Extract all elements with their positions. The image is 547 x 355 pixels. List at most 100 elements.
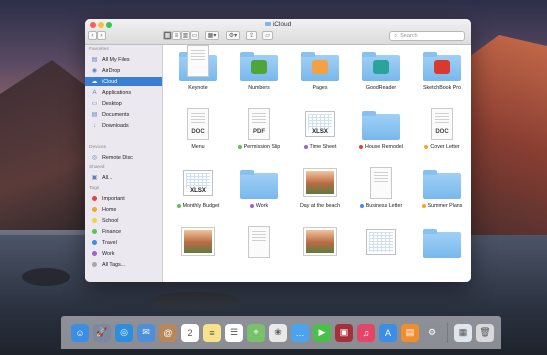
safari-icon[interactable]: ◎ [115, 323, 133, 342]
sidebar-item[interactable]: ◎ Remote Disc [85, 153, 162, 162]
file-item[interactable]: SketchBook Pro [412, 49, 471, 91]
sidebar-item-label: iCloud [102, 78, 118, 85]
file-item[interactable]: GoodReader [351, 49, 411, 91]
file-item[interactable] [168, 226, 228, 260]
finder-icon[interactable]: ☺ [71, 323, 89, 342]
tag-dot-icon [92, 207, 97, 212]
sidebar-item[interactable]: ☁ iCloud [85, 77, 162, 86]
forward-button[interactable]: › [97, 31, 106, 40]
gear-icon: ⚙▾ [228, 33, 238, 39]
messages-icon[interactable]: … [291, 323, 309, 342]
sidebar-item[interactable]: School [85, 216, 162, 225]
document-icon [238, 226, 280, 260]
mail-icon[interactable]: ✉ [137, 323, 155, 342]
file-item[interactable] [290, 226, 350, 260]
facetime-icon[interactable]: ▶ [313, 323, 331, 342]
notes-icon[interactable]: ≡ [203, 323, 221, 342]
trash-icon[interactable]: 🗑 [476, 323, 494, 342]
file-item[interactable]: Pages [290, 49, 350, 91]
calendar-icon[interactable]: 2 [181, 323, 199, 342]
downloads-icon: ↓ [93, 122, 96, 129]
tag-dot-icon [92, 218, 97, 223]
sidebar-item-label: Travel [102, 239, 117, 246]
sidebar-item[interactable]: ▤ All My Files [85, 55, 162, 64]
file-name: House Remodel [351, 144, 411, 150]
sidebar-item[interactable]: Work [85, 249, 162, 258]
photo-icon [177, 226, 219, 260]
sidebar-item-label: Downloads [102, 122, 129, 129]
file-name-text: Summer Plans [427, 203, 463, 209]
file-name-text: GoodReader [365, 85, 397, 91]
sidebar-item[interactable]: ▭ Desktop [85, 99, 162, 108]
contacts-icon[interactable]: @ [159, 323, 177, 342]
search-input[interactable]: ⌕ Search [389, 31, 465, 41]
file-name-text: House Remodel [365, 144, 403, 150]
sidebar-item[interactable]: Finance [85, 227, 162, 236]
sidebar-item-label: Documents [102, 111, 130, 118]
file-item[interactable]: Summer Plans [412, 167, 471, 209]
tag-dot-icon [92, 262, 97, 267]
reminders-icon[interactable]: ☰ [225, 323, 243, 342]
arrange-button[interactable]: ▦▾ [205, 31, 219, 40]
maps-icon[interactable]: ⌖ [247, 323, 265, 342]
back-button[interactable]: ‹ [88, 31, 97, 40]
file-name-text: Business Letter [365, 203, 403, 209]
file-item[interactable]: DOC Cover Letter [412, 108, 471, 150]
sidebar-item[interactable]: ▣ All... [85, 173, 162, 182]
file-name: Business Letter [351, 203, 411, 209]
sidebar-item[interactable]: ◉ AirDrop [85, 66, 162, 75]
tag-dot-icon [359, 204, 364, 208]
tag-button[interactable]: ▱ [262, 31, 273, 40]
document-icon [360, 167, 402, 201]
sidebar-item[interactable]: All Tags... [85, 260, 162, 269]
document-icon: DOC [177, 108, 219, 142]
file-item[interactable]: XLSX Monthly Budget [168, 167, 228, 209]
ibooks-icon[interactable]: ▤ [401, 323, 419, 342]
sidebar-item[interactable]: Travel [85, 238, 162, 247]
file-name-text: Pages [312, 85, 328, 91]
itunes-icon[interactable]: ♫ [357, 323, 375, 342]
spreadsheet-icon: XLSX [299, 108, 341, 142]
spreadsheet-icon [360, 226, 402, 260]
file-item[interactable]: Numbers [229, 49, 289, 91]
file-name: Day at the beach [290, 203, 350, 209]
file-item[interactable]: DOC Menu [168, 108, 228, 150]
share-button[interactable]: ⇪ [246, 31, 257, 40]
file-item[interactable] [412, 226, 471, 260]
chevron-left-icon: ‹ [91, 32, 94, 39]
file-item[interactable] [351, 226, 411, 260]
title-bar: iCloud ‹ › ▦ ≡ ▥ ▭ ▦▾ ⚙▾ ⇪ ▱ ⌕ Search [85, 19, 471, 45]
dock: ☺ 🚀 ◎ ✉ @2 ≡ ☰ ⌖ ❀… ▶ ▣ ♫ A ▤ ⚙ ▦ 🗑 [61, 316, 501, 349]
sidebar-item[interactable]: Home [85, 205, 162, 214]
sidebar-item[interactable]: ▤ Documents [85, 110, 162, 119]
list-view-button[interactable]: ≡ [172, 31, 181, 40]
sidebar-item-label: Important [102, 195, 125, 202]
arrange-icon: ▦▾ [207, 33, 217, 39]
file-name-text: SketchBook Pro [423, 85, 461, 91]
system-preferences-icon[interactable]: ⚙ [423, 323, 441, 342]
file-name: Keynote [168, 85, 228, 91]
sidebar-item[interactable]: A Applications [85, 88, 162, 97]
file-item[interactable]: PDF Permission Slip [229, 108, 289, 150]
sidebar-item[interactable]: Important [85, 194, 162, 203]
file-item[interactable]: Day at the beach [290, 167, 350, 209]
column-view-button[interactable]: ▥ [181, 31, 190, 40]
file-item[interactable]: XLSX Time Sheet [290, 108, 350, 150]
launchpad-icon[interactable]: 🚀 [93, 323, 111, 342]
file-item[interactable]: Work [229, 167, 289, 209]
file-item[interactable] [229, 226, 289, 260]
sidebar-item[interactable]: ↓ Downloads [85, 121, 162, 130]
appstore-icon[interactable]: A [379, 323, 397, 342]
action-button[interactable]: ⚙▾ [226, 31, 240, 40]
photobooth-icon[interactable]: ▣ [335, 323, 353, 342]
file-item[interactable]: Business Letter [351, 167, 411, 209]
photo-icon [299, 167, 341, 201]
tag-dot-icon [237, 145, 242, 149]
file-item[interactable]: House Remodel [351, 108, 411, 150]
icon-view-button[interactable]: ▦ [163, 31, 172, 40]
photos-icon[interactable]: ❀ [269, 323, 287, 342]
documents-stack-icon[interactable]: ▦ [454, 323, 472, 342]
file-item[interactable] [168, 45, 228, 79]
desktop-rock [150, 292, 240, 310]
coverflow-view-button[interactable]: ▭ [190, 31, 199, 40]
